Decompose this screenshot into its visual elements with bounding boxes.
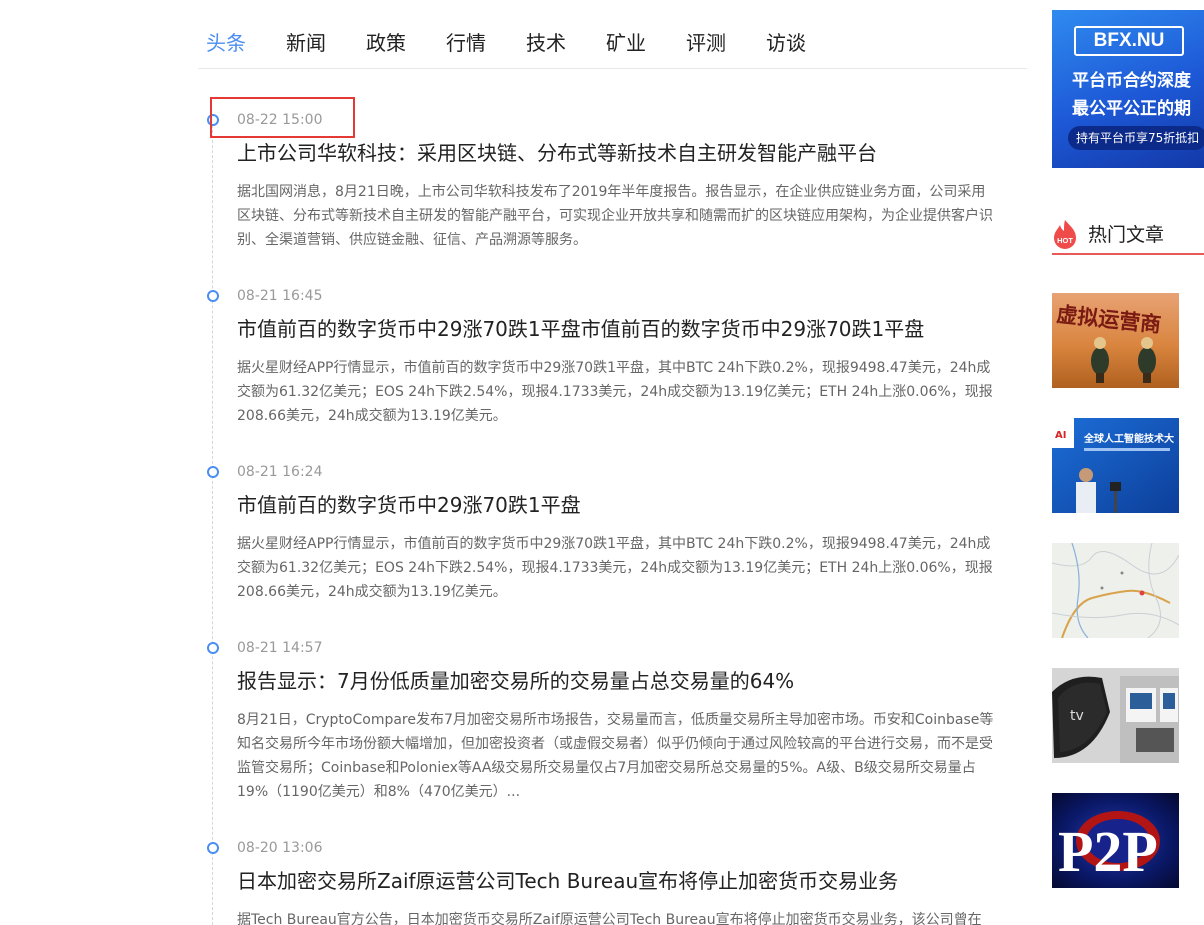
hot-article-thumbnail[interactable]: P2P (1052, 793, 1179, 888)
hot-article-thumbnail[interactable]: tv (1052, 668, 1179, 763)
category-tabs: 头条 新闻 政策 行情 技术 矿业 评测 访谈 (198, 0, 1027, 69)
banner-headline: 平台币合约深度 (1072, 71, 1191, 91)
hot-article-thumbnail[interactable]: AI 全球人工智能技术大 (1052, 418, 1179, 513)
tv-logo-mark: tv (1070, 708, 1084, 724)
hot-articles-header: HOT 热门文章 (1052, 215, 1204, 255)
highlight-box (210, 97, 355, 138)
news-title-link[interactable]: 市值前百的数字货币中29涨70跌1平盘市值前百的数字货币中29涨70跌1平盘 (237, 313, 924, 342)
news-summary: 据火星财经APP行情显示，市值前百的数字货币中29涨70跌1平盘，其中BTC 2… (237, 536, 993, 600)
news-title-link[interactable]: 市值前百的数字货币中29涨70跌1平盘 (237, 489, 581, 518)
news-time: 08-20 13:06 (237, 840, 323, 856)
banner-subheadline: 最公平公正的期 (1072, 99, 1191, 119)
tab-interviews[interactable]: 访谈 (766, 27, 806, 56)
news-summary: 据北国网消息，8月21日晚，上市公司华软科技发布了2019年半年度报告。报告显示… (237, 184, 993, 248)
news-time: 08-21 14:57 (237, 640, 323, 656)
banner-promo: 持有平台币享75折抵扣 (1068, 126, 1204, 150)
timeline-dot-icon (207, 290, 219, 302)
tab-headlines[interactable]: 头条 (206, 27, 246, 56)
news-time: 08-21 16:45 (237, 288, 323, 304)
news-summary: 据Tech Bureau官方公告，日本加密货币交易所Zaif原运营公司Tech … (237, 912, 982, 925)
timeline-dot-icon (207, 642, 219, 654)
timeline-dot-icon (207, 842, 219, 854)
ai-logo-mark: AI (1055, 430, 1066, 441)
tab-technology[interactable]: 技术 (526, 27, 566, 56)
hot-articles-title: 热门文章 (1088, 224, 1165, 246)
news-title-link[interactable]: 报告显示：7月份低质量加密交易所的交易量占总交易量的64% (237, 665, 794, 694)
hot-flame-icon: HOT (1054, 220, 1076, 249)
hot-article-thumbnail[interactable]: 虚拟运营商 (1052, 293, 1179, 388)
tab-market[interactable]: 行情 (446, 27, 486, 56)
hot-article-image: P2P (1052, 793, 1179, 888)
hot-article-image: 虚拟运营商 (1052, 293, 1179, 388)
ad-banner[interactable]: BFX.NU 平台币合约深度 最公平公正的期 持有平台币享75折抵扣 (1052, 10, 1204, 168)
news-time: 08-21 16:24 (237, 464, 323, 480)
tab-reviews[interactable]: 评测 (686, 27, 726, 56)
tab-policy[interactable]: 政策 (366, 27, 406, 56)
hot-article-image (1052, 543, 1179, 638)
timeline-line (212, 120, 213, 925)
news-title-link[interactable]: 上市公司华软科技：采用区块链、分布式等新技术自主研发智能产融平台 (237, 137, 877, 166)
banner-brand: BFX.NU (1074, 26, 1184, 56)
hot-badge-text: HOT (1057, 236, 1073, 245)
hot-article-image: AI 全球人工智能技术大 (1052, 418, 1179, 513)
news-summary: 据火星财经APP行情显示，市值前百的数字货币中29涨70跌1平盘，其中BTC 2… (237, 360, 993, 424)
hot-article-image: tv (1052, 668, 1179, 763)
p2p-logo-mark: P2P (1058, 819, 1158, 884)
news-summary: 8月21日，CryptoCompare发布7月加密交易所市场报告，交易量而言，低… (237, 712, 994, 800)
hot-article-thumbnail[interactable] (1052, 543, 1179, 638)
tab-mining[interactable]: 矿业 (606, 27, 646, 56)
timeline-dot-icon (207, 466, 219, 478)
tab-news[interactable]: 新闻 (286, 27, 326, 56)
thumbnail-caption: 全球人工智能技术大 (1083, 432, 1174, 445)
news-title-link[interactable]: 日本加密交易所Zaif原运营公司Tech Bureau宣布将停止加密货币交易业务 (237, 865, 898, 894)
